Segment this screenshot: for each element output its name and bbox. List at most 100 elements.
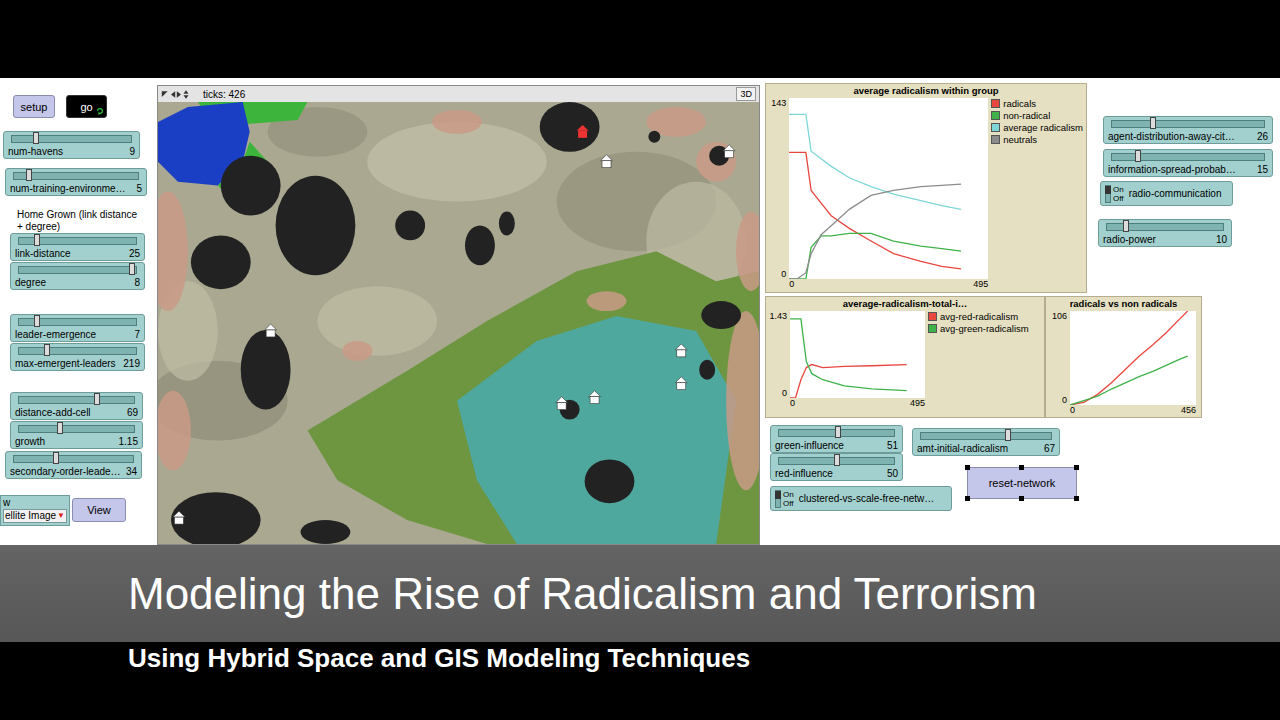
switch-label: clustered-vs-scale-free-netw… xyxy=(799,493,935,504)
slider-track xyxy=(778,429,895,437)
slider-knob[interactable] xyxy=(1123,220,1129,232)
farmland xyxy=(342,341,372,361)
farmland xyxy=(726,311,759,490)
slider[interactable]: num-training-environme…5 xyxy=(5,168,147,196)
plot-line xyxy=(790,319,907,391)
city-area xyxy=(221,156,281,216)
city-area xyxy=(648,131,660,143)
slider-knob[interactable] xyxy=(33,132,39,144)
slider[interactable]: amt-initial-radicalism67 xyxy=(912,428,1060,456)
slider-label: radio-power xyxy=(1103,234,1156,246)
slider[interactable]: secondary-order-leade…34 xyxy=(5,451,142,479)
forever-icon xyxy=(96,107,104,115)
slider[interactable]: agent-distribution-away-cit…26 xyxy=(1103,116,1273,144)
slider[interactable]: information-spread-probab…15 xyxy=(1103,149,1273,177)
slider-track xyxy=(920,432,1052,440)
city-area xyxy=(499,212,515,236)
slider-label: leader-emergence xyxy=(15,329,96,341)
view-controls-icon[interactable] xyxy=(161,90,191,99)
slider[interactable]: num-havens 9 xyxy=(3,131,140,159)
slider[interactable]: leader-emergence7 xyxy=(10,314,145,342)
legend-swatch xyxy=(991,123,1000,132)
plot-line xyxy=(790,365,907,398)
slider-track xyxy=(1106,223,1224,231)
slider-knob[interactable] xyxy=(34,234,40,246)
slider-knob[interactable] xyxy=(44,344,50,356)
plot-line xyxy=(789,184,961,279)
selection-handle[interactable] xyxy=(965,465,970,470)
slider-knob[interactable] xyxy=(835,426,841,438)
x-axis: 0495 xyxy=(790,398,925,409)
slider[interactable]: red-influence50 xyxy=(770,453,903,481)
plot-title: average radicalism within group xyxy=(769,85,1083,97)
slider-knob[interactable] xyxy=(26,169,32,181)
slider-knob[interactable] xyxy=(94,393,100,405)
slider-label: num-training-environme… xyxy=(10,183,126,195)
chooser[interactable]: wellite Image▼ xyxy=(0,495,70,526)
slider[interactable]: distance-add-cell69 xyxy=(10,392,143,420)
switch[interactable]: OnOffclustered-vs-scale-free-netw… xyxy=(770,486,952,511)
city-area xyxy=(191,235,251,289)
slider[interactable]: link-distance25 xyxy=(10,233,145,261)
slider-knob[interactable] xyxy=(1135,150,1141,162)
selection-handle[interactable] xyxy=(965,496,970,501)
slider[interactable]: growth1.15 xyxy=(10,421,143,449)
slider-knob[interactable] xyxy=(834,454,840,466)
slider-knob[interactable] xyxy=(129,263,135,275)
legend-swatch xyxy=(928,312,937,321)
slider[interactable]: green-influence51 xyxy=(770,425,903,453)
view-button[interactable]: View xyxy=(72,498,126,522)
slider-knob[interactable] xyxy=(1150,117,1156,129)
plot: average radicalism within group14300495r… xyxy=(765,83,1087,293)
selection-handle[interactable] xyxy=(1074,465,1079,470)
slider-track xyxy=(1111,153,1265,161)
switch-knob[interactable] xyxy=(1105,186,1111,194)
plot-area xyxy=(790,311,925,398)
switch[interactable]: OnOffradio-communication xyxy=(1100,181,1233,206)
plot-area xyxy=(789,98,988,279)
selection-handle[interactable] xyxy=(1074,496,1079,501)
relief-shade xyxy=(317,286,437,356)
slider[interactable]: max-emergent-leaders219 xyxy=(10,343,145,371)
y-axis: 1430 xyxy=(769,98,786,279)
slider-knob[interactable] xyxy=(1005,429,1011,441)
plot-legend: avg-red-radicalismavg-green-radicalism xyxy=(928,311,1029,409)
selection-handle[interactable] xyxy=(1019,496,1024,501)
slider-value: 9 xyxy=(129,146,135,158)
switch-groove xyxy=(775,490,781,508)
slider[interactable]: radio-power10 xyxy=(1098,219,1232,247)
switch-off-text: Off xyxy=(783,499,794,508)
3d-button[interactable]: 3D xyxy=(736,87,756,101)
model-button[interactable]: go xyxy=(66,95,107,118)
slider-track xyxy=(18,237,137,245)
slider-value: 25 xyxy=(129,248,140,260)
slider-knob[interactable] xyxy=(34,315,40,327)
legend-swatch xyxy=(991,99,1000,108)
slider-knob[interactable] xyxy=(57,422,63,434)
video-frame: setupgoHome Grown (link distance + degre… xyxy=(0,0,1280,720)
plot-line xyxy=(1070,311,1188,405)
farmland xyxy=(432,110,482,134)
house-icon xyxy=(173,511,185,524)
selection-handle[interactable] xyxy=(1019,465,1024,470)
house-icon xyxy=(556,397,568,410)
slider-label: secondary-order-leade… xyxy=(10,466,121,478)
farmland xyxy=(158,192,188,311)
slider-label: num-havens xyxy=(8,146,63,158)
letterbox-top xyxy=(0,0,1280,78)
slider[interactable]: degree8 xyxy=(10,262,145,290)
model-button[interactable]: setup xyxy=(13,95,55,118)
slider-value: 1.15 xyxy=(119,436,138,448)
city-area xyxy=(171,492,261,544)
dropdown-arrow-icon: ▼ xyxy=(57,510,65,522)
x-axis: 0495 xyxy=(789,279,988,290)
slider-knob[interactable] xyxy=(53,452,59,464)
slider-label: agent-distribution-away-cit… xyxy=(1108,131,1235,143)
house-icon xyxy=(601,155,613,168)
slider-value: 50 xyxy=(887,468,898,480)
house-icon xyxy=(675,344,687,357)
reset-network-button[interactable]: reset-network xyxy=(967,467,1077,499)
switch-knob[interactable] xyxy=(775,491,781,499)
switch-label: radio-communication xyxy=(1129,188,1222,199)
world-view[interactable]: ticks: 4263D xyxy=(157,85,760,545)
